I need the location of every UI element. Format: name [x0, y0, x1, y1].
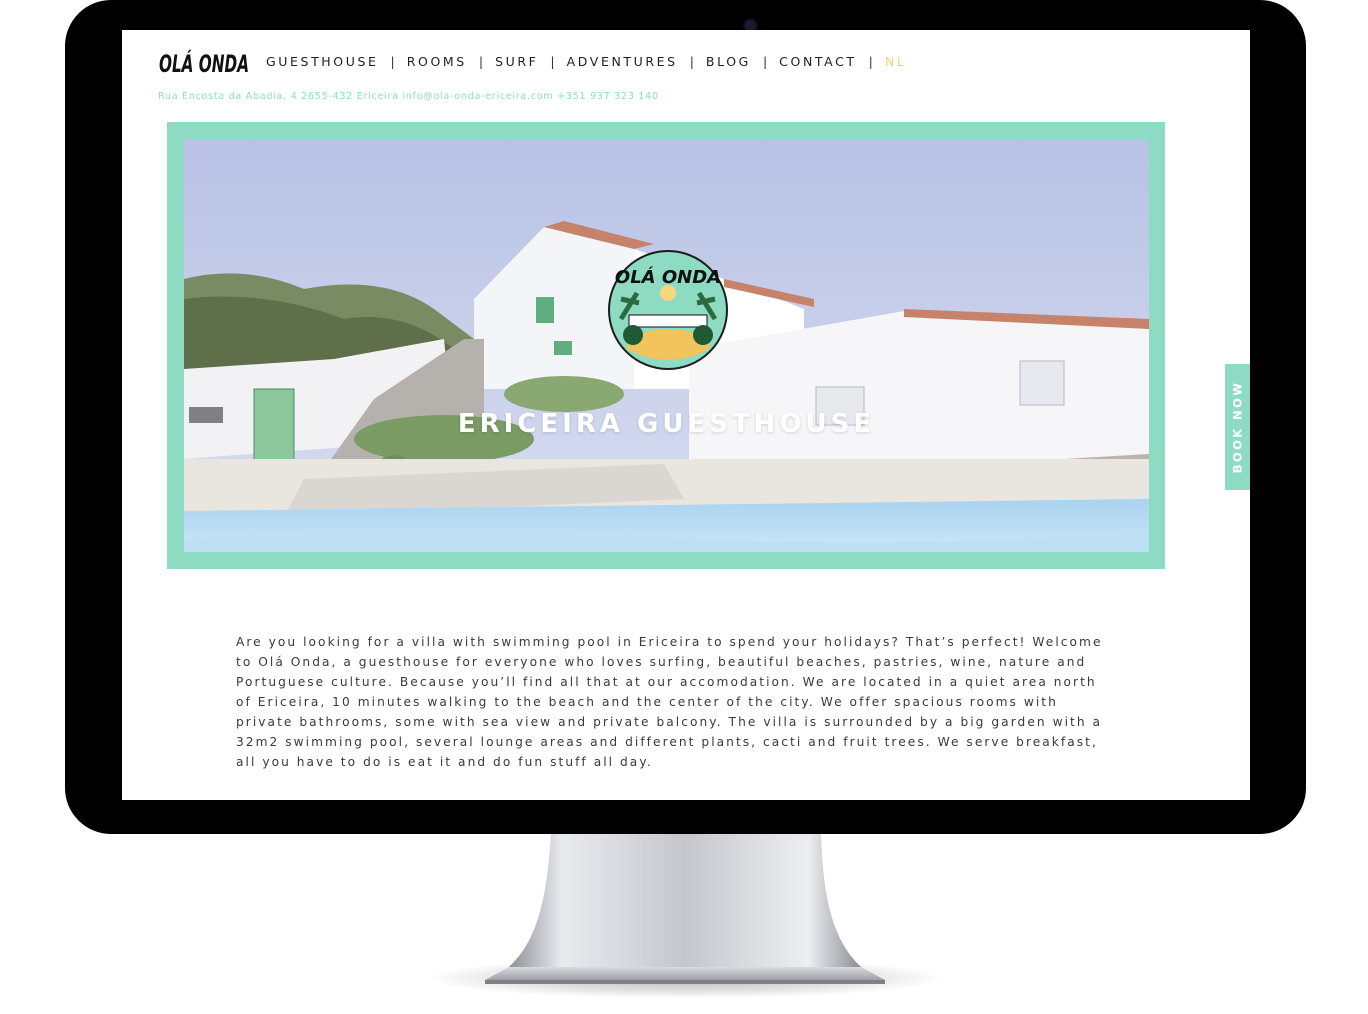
- nav-adventures[interactable]: ADVENTURES: [567, 54, 678, 69]
- book-now-label: BOOK NOW: [1230, 380, 1245, 474]
- logo-text: OLÁ ONDA: [159, 49, 249, 78]
- website-screen: OLÁ ONDA GUESTHOUSE | ROOMS | SURF | ADV…: [122, 30, 1250, 800]
- nav-separator: |: [868, 53, 873, 69]
- badge-text: OLÁ ONDA: [615, 266, 721, 288]
- book-now-button[interactable]: BOOK NOW: [1225, 364, 1250, 490]
- nav-language-nl[interactable]: NL: [885, 54, 907, 69]
- ola-onda-badge-icon: OLÁ ONDA: [608, 250, 728, 370]
- hero-image: OLÁ ONDA ERICEIRA GUESTHOUSE: [184, 139, 1149, 552]
- contact-info-line: Rua Encosta da Abadia, 4 2655-432 Ericei…: [158, 91, 659, 102]
- nav-contact[interactable]: CONTACT: [779, 54, 856, 69]
- main-nav: GUESTHOUSE | ROOMS | SURF | ADVENTURES |…: [266, 52, 906, 70]
- nav-separator: |: [550, 53, 555, 69]
- nav-blog[interactable]: BLOG: [706, 54, 751, 69]
- monitor-stand: [485, 834, 885, 984]
- nav-rooms[interactable]: ROOMS: [407, 54, 467, 69]
- nav-guesthouse[interactable]: GUESTHOUSE: [266, 54, 379, 69]
- nav-surf[interactable]: SURF: [495, 54, 538, 69]
- nav-separator: |: [478, 53, 484, 69]
- hero-title: ERICEIRA GUESTHOUSE: [457, 409, 876, 439]
- site-logo[interactable]: OLÁ ONDA: [157, 42, 253, 80]
- nav-separator: |: [762, 53, 768, 69]
- nav-separator: |: [390, 53, 395, 69]
- nav-separator: |: [689, 53, 694, 69]
- intro-paragraph: Are you looking for a villa with swimmin…: [236, 635, 1103, 770]
- hero-frame: OLÁ ONDA ERICEIRA GUESTHOUSE: [167, 122, 1165, 569]
